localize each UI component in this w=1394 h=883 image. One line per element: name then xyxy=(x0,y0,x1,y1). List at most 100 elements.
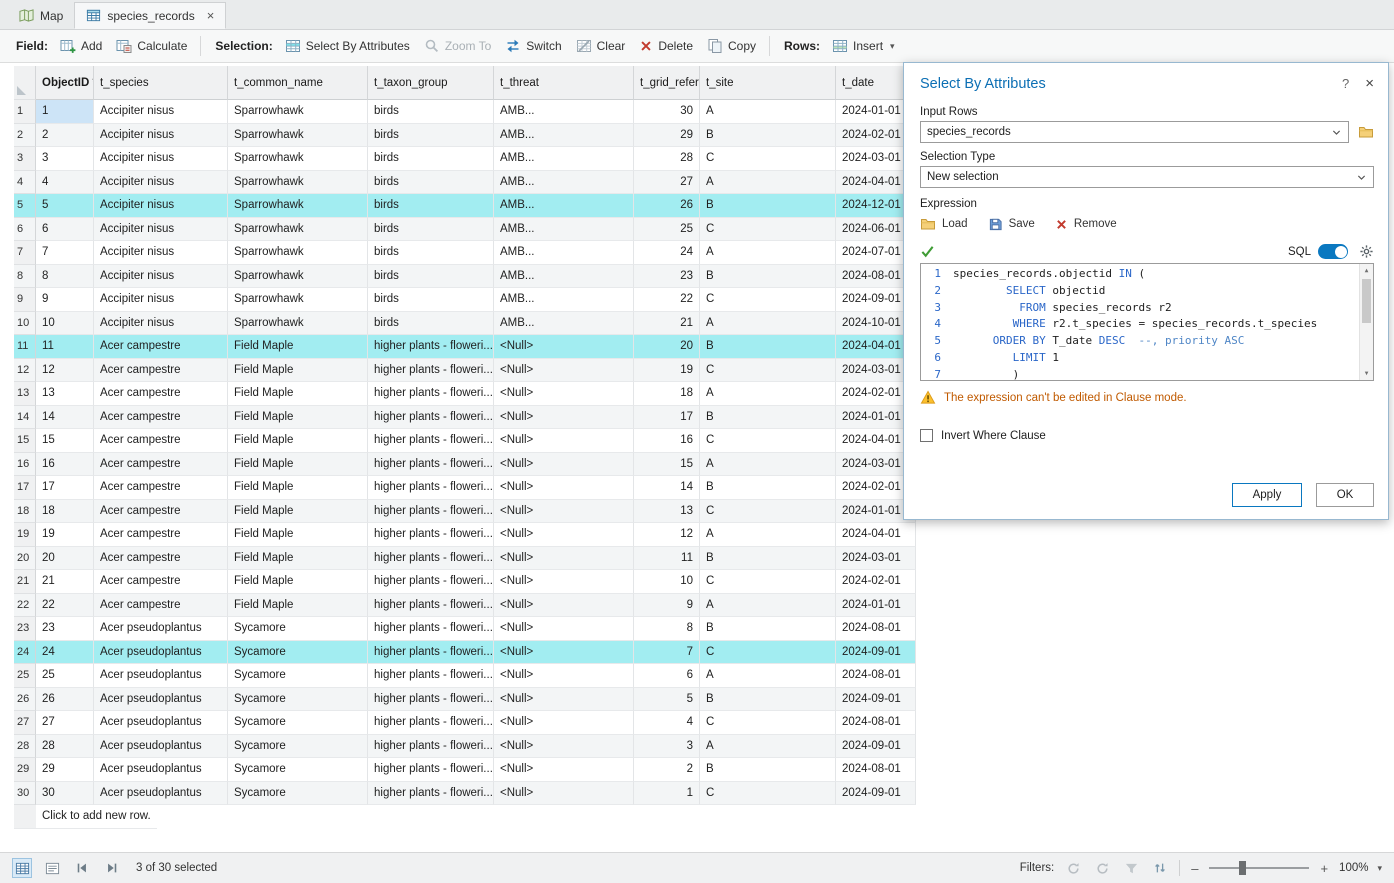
table-row-28[interactable]: 2828Acer pseudoplantusSycamorehigher pla… xyxy=(14,735,916,759)
row-number[interactable]: 29 xyxy=(14,758,36,782)
cell-objectid[interactable]: 27 xyxy=(36,711,94,735)
table-row-22[interactable]: 2222Acer campestreField Maplehigher plan… xyxy=(14,594,916,618)
cell-t-grid-refer[interactable]: 5 xyxy=(634,688,700,712)
cell-t-threat[interactable]: AMB... xyxy=(494,147,634,171)
cell-t-threat[interactable]: <Null> xyxy=(494,359,634,383)
tab-close-icon[interactable]: × xyxy=(207,9,215,22)
table-row-12[interactable]: 1212Acer campestreField Maplehigher plan… xyxy=(14,359,916,383)
cell-t-taxon-group[interactable]: higher plants - floweri... xyxy=(368,359,494,383)
cell-t-site[interactable]: B xyxy=(700,265,836,289)
cell-t-common-name[interactable]: Field Maple xyxy=(228,547,368,571)
toolbar-button-switch[interactable]: Switch xyxy=(498,34,568,58)
row-number[interactable]: 11 xyxy=(14,335,36,359)
first-record-icon[interactable] xyxy=(72,858,92,878)
cell-t-species[interactable]: Accipiter nisus xyxy=(94,265,228,289)
cell-t-threat[interactable]: <Null> xyxy=(494,406,634,430)
cell-t-date[interactable]: 2024-08-01 xyxy=(836,664,916,688)
cell-t-threat[interactable]: AMB... xyxy=(494,241,634,265)
cell-objectid[interactable]: 8 xyxy=(36,265,94,289)
cell-t-grid-refer[interactable]: 7 xyxy=(634,641,700,665)
cell-t-species[interactable]: Acer pseudoplantus xyxy=(94,758,228,782)
refresh-filter-icon[interactable] xyxy=(1063,858,1083,878)
cell-t-grid-refer[interactable]: 10 xyxy=(634,570,700,594)
editor-scrollbar[interactable]: ▲ ▼ xyxy=(1359,264,1373,380)
cell-t-threat[interactable]: <Null> xyxy=(494,711,634,735)
table-row-18[interactable]: 1818Acer campestreField Maplehigher plan… xyxy=(14,500,916,524)
cell-t-common-name[interactable]: Field Maple xyxy=(228,359,368,383)
cell-t-taxon-group[interactable]: higher plants - floweri... xyxy=(368,758,494,782)
cell-t-taxon-group[interactable]: higher plants - floweri... xyxy=(368,782,494,806)
cell-t-common-name[interactable]: Field Maple xyxy=(228,429,368,453)
cell-t-species[interactable]: Accipiter nisus xyxy=(94,124,228,148)
cell-t-species[interactable]: Acer pseudoplantus xyxy=(94,664,228,688)
cell-t-threat[interactable]: <Null> xyxy=(494,523,634,547)
cell-t-grid-refer[interactable]: 15 xyxy=(634,453,700,477)
cell-t-common-name[interactable]: Field Maple xyxy=(228,335,368,359)
cell-t-site[interactable]: C xyxy=(700,359,836,383)
cell-t-site[interactable]: A xyxy=(700,735,836,759)
cell-t-threat[interactable]: <Null> xyxy=(494,382,634,406)
table-row-25[interactable]: 2525Acer pseudoplantusSycamorehigher pla… xyxy=(14,664,916,688)
cell-t-species[interactable]: Acer campestre xyxy=(94,382,228,406)
table-row-24[interactable]: 2424Acer pseudoplantusSycamorehigher pla… xyxy=(14,641,916,665)
cell-t-taxon-group[interactable]: higher plants - floweri... xyxy=(368,429,494,453)
cell-objectid[interactable]: 15 xyxy=(36,429,94,453)
cell-t-grid-refer[interactable]: 4 xyxy=(634,711,700,735)
cell-t-threat[interactable]: <Null> xyxy=(494,570,634,594)
cell-t-date[interactable]: 2024-02-01 xyxy=(836,570,916,594)
ok-button[interactable]: OK xyxy=(1316,483,1374,507)
cell-t-species[interactable]: Accipiter nisus xyxy=(94,194,228,218)
table-row-17[interactable]: 1717Acer campestreField Maplehigher plan… xyxy=(14,476,916,500)
cell-t-grid-refer[interactable]: 25 xyxy=(634,218,700,242)
cell-t-taxon-group[interactable]: birds xyxy=(368,288,494,312)
save-expression-button[interactable]: Save xyxy=(988,216,1035,232)
cell-t-site[interactable]: A xyxy=(700,523,836,547)
cell-t-common-name[interactable]: Sycamore xyxy=(228,617,368,641)
cell-t-taxon-group[interactable]: birds xyxy=(368,241,494,265)
cell-t-site[interactable]: A xyxy=(700,382,836,406)
cell-t-site[interactable]: C xyxy=(700,782,836,806)
cell-t-grid-refer[interactable]: 28 xyxy=(634,147,700,171)
cell-t-common-name[interactable]: Sparrowhawk xyxy=(228,265,368,289)
row-number[interactable]: 19 xyxy=(14,523,36,547)
toolbar-button-select-by-attributes[interactable]: Select By Attributes xyxy=(278,34,417,58)
cell-t-species[interactable]: Accipiter nisus xyxy=(94,241,228,265)
row-number[interactable]: 4 xyxy=(14,171,36,195)
table-row-19[interactable]: 1919Acer campestreField Maplehigher plan… xyxy=(14,523,916,547)
cell-t-threat[interactable]: AMB... xyxy=(494,124,634,148)
cell-objectid[interactable]: 28 xyxy=(36,735,94,759)
cell-t-species[interactable]: Acer pseudoplantus xyxy=(94,617,228,641)
cell-t-taxon-group[interactable]: higher plants - floweri... xyxy=(368,335,494,359)
cell-t-common-name[interactable]: Sparrowhawk xyxy=(228,147,368,171)
cell-t-grid-refer[interactable]: 18 xyxy=(634,382,700,406)
cell-t-grid-refer[interactable]: 14 xyxy=(634,476,700,500)
cell-t-taxon-group[interactable]: higher plants - floweri... xyxy=(368,735,494,759)
row-number[interactable]: 9 xyxy=(14,288,36,312)
cell-t-site[interactable]: B xyxy=(700,406,836,430)
cell-t-date[interactable]: 2024-04-01 xyxy=(836,523,916,547)
row-number[interactable]: 25 xyxy=(14,664,36,688)
cell-t-threat[interactable]: <Null> xyxy=(494,500,634,524)
cell-t-taxon-group[interactable]: birds xyxy=(368,218,494,242)
cell-t-species[interactable]: Accipiter nisus xyxy=(94,218,228,242)
cell-t-site[interactable]: B xyxy=(700,124,836,148)
cell-t-date[interactable]: 2024-01-01 xyxy=(836,594,916,618)
cell-t-common-name[interactable]: Sycamore xyxy=(228,782,368,806)
cell-t-taxon-group[interactable]: higher plants - floweri... xyxy=(368,594,494,618)
table-row-26[interactable]: 2626Acer pseudoplantusSycamorehigher pla… xyxy=(14,688,916,712)
cell-t-taxon-group[interactable]: higher plants - floweri... xyxy=(368,711,494,735)
cell-objectid[interactable]: 24 xyxy=(36,641,94,665)
table-row-1[interactable]: 11Accipiter nisusSparrowhawkbirdsAMB...3… xyxy=(14,100,916,124)
cell-t-threat[interactable]: AMB... xyxy=(494,288,634,312)
row-number[interactable]: 12 xyxy=(14,359,36,383)
cell-objectid[interactable]: 25 xyxy=(36,664,94,688)
cell-t-grid-refer[interactable]: 8 xyxy=(634,617,700,641)
cell-objectid[interactable]: 26 xyxy=(36,688,94,712)
cell-t-species[interactable]: Accipiter nisus xyxy=(94,100,228,124)
row-number[interactable]: 23 xyxy=(14,617,36,641)
cell-t-common-name[interactable]: Sycamore xyxy=(228,641,368,665)
row-number[interactable]: 5 xyxy=(14,194,36,218)
cell-t-threat[interactable]: <Null> xyxy=(494,782,634,806)
cell-objectid[interactable]: 21 xyxy=(36,570,94,594)
selection-type-dropdown[interactable]: New selection xyxy=(920,166,1374,188)
